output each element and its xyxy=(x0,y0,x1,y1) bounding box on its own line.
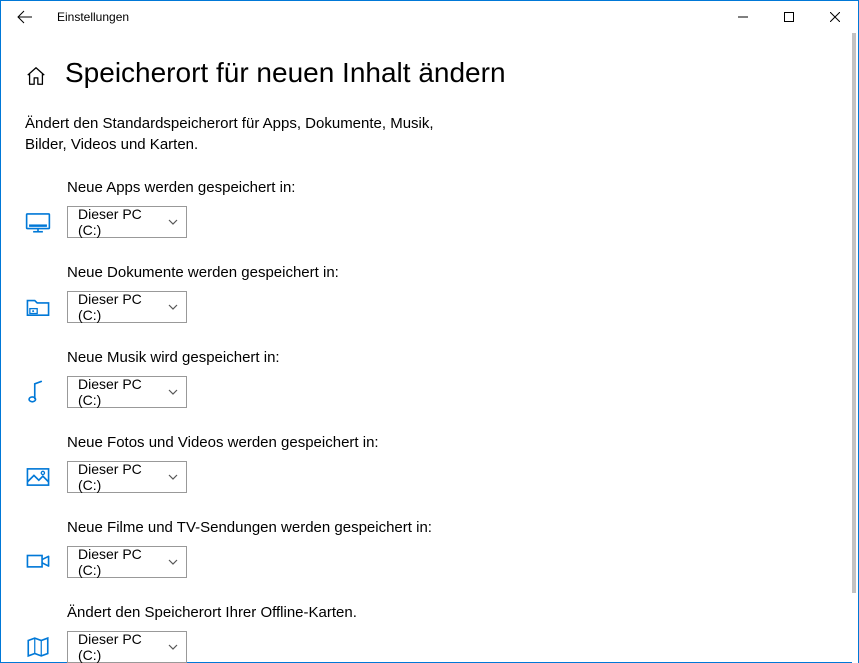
setting-label: Neue Filme und TV-Sendungen werden gespe… xyxy=(67,519,828,536)
music-icon xyxy=(25,379,51,405)
chevron-down-icon xyxy=(168,556,178,568)
photos-drive-select[interactable]: Dieser PC (C:) xyxy=(67,461,187,493)
page-header: Speicherort für neuen Inhalt ändern xyxy=(25,57,828,89)
back-button[interactable] xyxy=(9,1,41,33)
select-value: Dieser PC (C:) xyxy=(78,631,168,663)
arrow-left-icon xyxy=(17,9,33,25)
documents-icon xyxy=(25,294,51,320)
chevron-down-icon xyxy=(168,641,178,653)
page-description: Ändert den Standardspeicherort für Apps,… xyxy=(25,113,455,155)
close-icon xyxy=(830,12,840,22)
select-value: Dieser PC (C:) xyxy=(78,376,168,408)
chevron-down-icon xyxy=(168,301,178,313)
setting-apps: Neue Apps werden gespeichert in: Dieser … xyxy=(25,179,828,238)
home-icon[interactable] xyxy=(25,65,47,87)
setting-maps: Ändert den Speicherort Ihrer Offline-Kar… xyxy=(25,604,828,663)
setting-photos: Neue Fotos und Videos werden gespeichert… xyxy=(25,434,828,493)
photos-icon xyxy=(25,464,51,490)
content-area: Speicherort für neuen Inhalt ändern Ände… xyxy=(1,33,852,663)
titlebar: Einstellungen xyxy=(1,1,858,33)
setting-label: Neue Apps werden gespeichert in: xyxy=(67,179,828,196)
setting-documents: Neue Dokumente werden gespeichert in: Di… xyxy=(25,264,828,323)
chevron-down-icon xyxy=(168,471,178,483)
setting-movies: Neue Filme und TV-Sendungen werden gespe… xyxy=(25,519,828,578)
close-button[interactable] xyxy=(812,1,858,33)
maximize-button[interactable] xyxy=(766,1,812,33)
select-value: Dieser PC (C:) xyxy=(78,461,168,493)
setting-label: Ändert den Speicherort Ihrer Offline-Kar… xyxy=(67,604,828,621)
chevron-down-icon xyxy=(168,216,178,228)
movies-drive-select[interactable]: Dieser PC (C:) xyxy=(67,546,187,578)
music-drive-select[interactable]: Dieser PC (C:) xyxy=(67,376,187,408)
apps-icon xyxy=(25,209,51,235)
select-value: Dieser PC (C:) xyxy=(78,206,168,238)
setting-label: Neue Fotos und Videos werden gespeichert… xyxy=(67,434,828,451)
setting-music: Neue Musik wird gespeichert in: Dieser P… xyxy=(25,349,828,408)
chevron-down-icon xyxy=(168,386,178,398)
select-value: Dieser PC (C:) xyxy=(78,291,168,323)
scrollbar-thumb[interactable] xyxy=(852,33,856,593)
minimize-icon xyxy=(738,12,748,22)
scrollbar[interactable] xyxy=(852,33,858,663)
setting-label: Neue Musik wird gespeichert in: xyxy=(67,349,828,366)
select-value: Dieser PC (C:) xyxy=(78,546,168,578)
minimize-button[interactable] xyxy=(720,1,766,33)
page-title: Speicherort für neuen Inhalt ändern xyxy=(65,57,506,89)
documents-drive-select[interactable]: Dieser PC (C:) xyxy=(67,291,187,323)
maps-drive-select[interactable]: Dieser PC (C:) xyxy=(67,631,187,663)
maps-icon xyxy=(25,634,51,660)
movies-icon xyxy=(25,549,51,575)
apps-drive-select[interactable]: Dieser PC (C:) xyxy=(67,206,187,238)
setting-label: Neue Dokumente werden gespeichert in: xyxy=(67,264,828,281)
maximize-icon xyxy=(784,12,794,22)
window-title: Einstellungen xyxy=(57,10,129,24)
